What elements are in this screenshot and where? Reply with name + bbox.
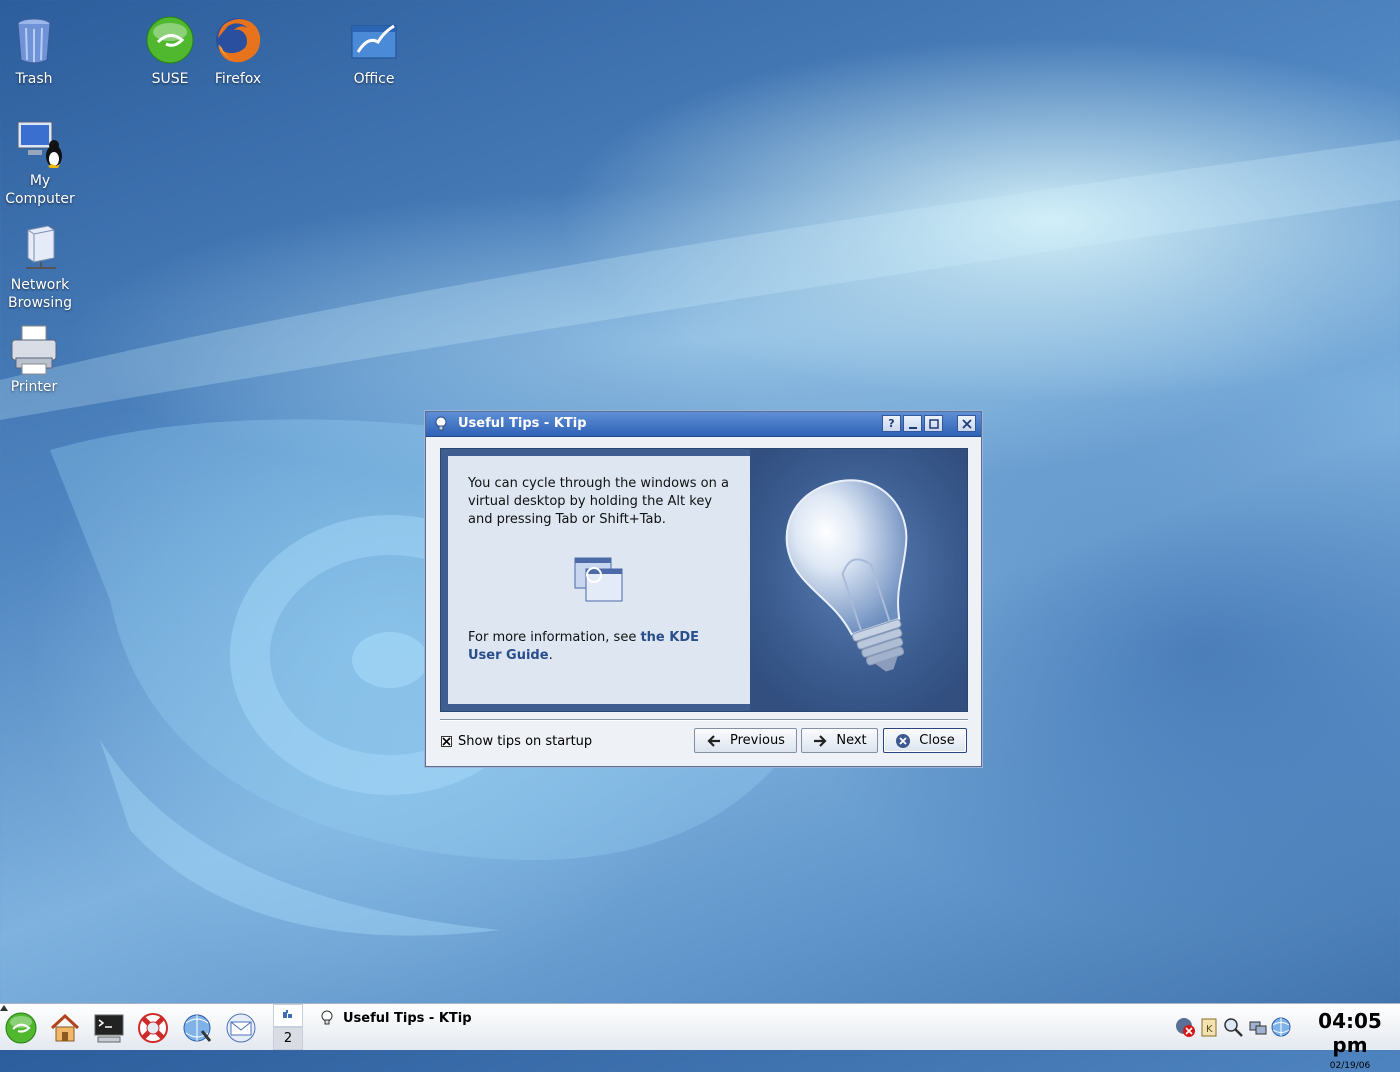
previous-button[interactable]: Previous (694, 728, 797, 753)
update-globe-icon[interactable] (1270, 1016, 1292, 1038)
home-icon[interactable] (48, 1011, 82, 1045)
desktop-icon-label: My Computer (5, 173, 75, 207)
help-lifebuoy-icon[interactable] (136, 1011, 170, 1045)
desktop-icon-label: Network Browsing (7, 277, 72, 311)
dialog-separator (440, 719, 968, 721)
svg-text:K: K (1206, 1024, 1213, 1035)
close-icon (961, 419, 972, 429)
office-icon (351, 24, 397, 59)
computer-icon (17, 121, 62, 168)
maximize-button[interactable] (924, 415, 943, 432)
desktop-icon-label: Firefox (214, 71, 262, 87)
more-info-text: For more information, see the KDE User G… (468, 629, 728, 665)
dialog-title: Useful Tips - KTip (458, 416, 587, 431)
volume-muted-icon[interactable] (1174, 1016, 1196, 1038)
mail-client-icon[interactable] (224, 1011, 258, 1045)
lightbulb-icon (321, 1010, 333, 1025)
taskbar-task-ktip[interactable]: Useful Tips - KTip (314, 1007, 472, 1029)
trash-icon (17, 18, 51, 64)
pager-desktop-2[interactable]: 2 (273, 1027, 303, 1050)
next-label: Next (836, 733, 867, 748)
previous-label: Previous (730, 733, 785, 748)
more-info-prefix: For more information, see (468, 630, 641, 645)
task-title: Useful Tips - KTip (343, 1010, 472, 1026)
close-label: Close (919, 733, 955, 748)
network-icon (26, 225, 56, 269)
konqueror-icon[interactable] (180, 1011, 214, 1045)
maximize-icon (928, 419, 939, 429)
close-circle-icon (896, 733, 911, 748)
more-info-suffix: . (548, 648, 553, 663)
taskbar: 2 Useful Tips - KTip K 04:05 pm 02/19/06 (0, 1003, 1400, 1071)
kde-windows-icon (574, 557, 623, 602)
lightbulb-graphic (785, 479, 908, 672)
network-status-icon[interactable] (1246, 1016, 1268, 1038)
ktip-dialog: Useful Tips - KTip ? You can cycle throu… (425, 411, 982, 767)
suse-menu-icon[interactable] (4, 1011, 38, 1045)
dialog-titlebar[interactable]: Useful Tips - KTip ? (426, 412, 981, 437)
clock-date: 02/19/06 (1329, 1061, 1371, 1071)
desktop-icon-my-computer[interactable]: My Computer (0, 118, 80, 208)
desktop-icon-label: Office (353, 71, 395, 87)
printer-icon (11, 325, 57, 375)
desktop-icon-office[interactable]: Office (334, 16, 414, 88)
tip-panel: You can cycle through the windows on a v… (448, 456, 750, 704)
pager-window-preview-icon (283, 1010, 292, 1018)
lightbulb-image (750, 449, 967, 711)
klipper-clipboard-icon[interactable]: K (1198, 1016, 1220, 1038)
desktop-icon-label: Trash (15, 71, 53, 87)
suse-icon (146, 16, 194, 64)
desktop-icon-network-browsing[interactable]: Network Browsing (0, 222, 80, 312)
firefox-icon (216, 18, 261, 63)
checkbox-box[interactable] (441, 736, 452, 747)
terminal-icon[interactable] (92, 1011, 126, 1045)
clock[interactable]: 04:05 pm 02/19/06 (1302, 1009, 1398, 1072)
tip-content-area: You can cycle through the windows on a v… (440, 448, 968, 712)
desktop-icon-trash[interactable]: Trash (0, 16, 74, 88)
checkmark-icon (442, 737, 451, 746)
tip-text: You can cycle through the windows on a v… (468, 476, 729, 527)
pager-desktop-1[interactable] (273, 1004, 303, 1027)
lightbulb-icon (435, 416, 447, 431)
arrow-left-icon (707, 734, 721, 747)
show-tips-checkbox[interactable]: Show tips on startup (441, 734, 592, 749)
desktop-icon-printer[interactable]: Printer (0, 324, 74, 396)
search-icon[interactable] (1222, 1016, 1244, 1038)
next-button[interactable]: Next (801, 728, 878, 753)
close-button[interactable]: Close (883, 728, 967, 753)
desktop-pager: 2 (273, 1004, 303, 1050)
minimize-button[interactable] (903, 415, 922, 432)
show-tips-label: Show tips on startup (458, 734, 593, 749)
close-window-button[interactable] (957, 415, 976, 432)
help-button[interactable]: ? (882, 415, 901, 432)
desktop-icon-firefox[interactable]: Firefox (198, 16, 278, 88)
desktop-icon-label: Printer (10, 379, 58, 395)
arrow-right-icon (814, 734, 827, 747)
minimize-icon (908, 427, 917, 429)
